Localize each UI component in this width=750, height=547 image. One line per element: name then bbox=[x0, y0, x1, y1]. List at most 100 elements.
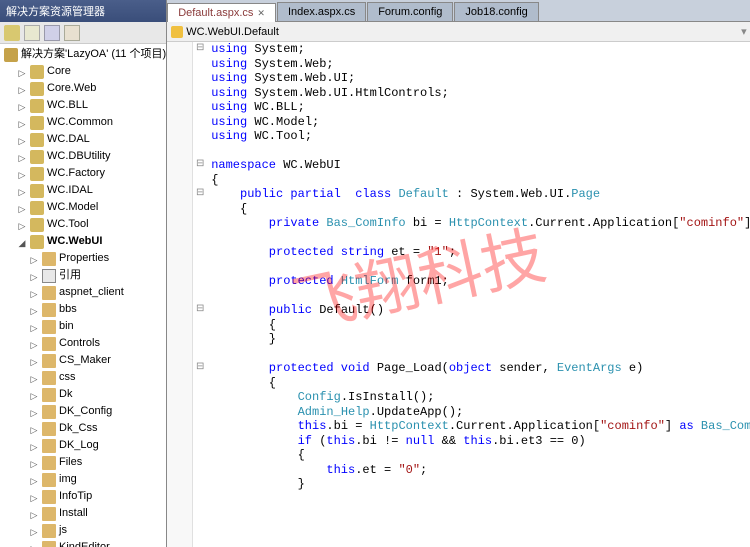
expand-icon[interactable]: ▷ bbox=[28, 253, 40, 265]
toolbar-home-icon[interactable] bbox=[24, 25, 40, 41]
fold-toggle[interactable]: ⊟ bbox=[193, 158, 207, 173]
code-line[interactable]: using System; bbox=[211, 42, 750, 57]
project-node[interactable]: ▷WC.IDAL bbox=[0, 182, 166, 199]
code-line[interactable]: protected void Page_Load(object sender, … bbox=[211, 361, 750, 376]
fold-toggle[interactable]: ⊟ bbox=[193, 303, 207, 318]
expand-icon[interactable]: ▷ bbox=[28, 355, 40, 367]
fold-toggle[interactable]: ⊟ bbox=[193, 361, 207, 376]
code-line[interactable]: this.bi = HttpContext.Current.Applicatio… bbox=[211, 419, 750, 434]
code-line[interactable]: using System.Web.UI.HtmlControls; bbox=[211, 86, 750, 101]
fold-column[interactable]: ⊟ ⊟ ⊟ ⊟ ⊟ bbox=[193, 42, 207, 547]
code-line[interactable]: if (this.bi != null && this.bi.et3 == 0) bbox=[211, 434, 750, 449]
code-line[interactable] bbox=[211, 231, 750, 246]
expand-icon[interactable]: ▷ bbox=[28, 321, 40, 333]
expand-icon[interactable]: ▷ bbox=[28, 304, 40, 316]
expand-icon[interactable]: ▷ bbox=[28, 406, 40, 418]
project-node[interactable]: ▷WC.Factory bbox=[0, 165, 166, 182]
tree-folder[interactable]: ▷img bbox=[0, 471, 166, 488]
code-line[interactable]: using System.Web.UI; bbox=[211, 71, 750, 86]
editor-tab[interactable]: Forum.config bbox=[367, 2, 453, 21]
code-line[interactable]: protected string et = "1"; bbox=[211, 245, 750, 260]
tree-folder[interactable]: ▷KindEditor bbox=[0, 539, 166, 547]
code-line[interactable] bbox=[211, 289, 750, 304]
code-line[interactable]: { bbox=[211, 202, 750, 217]
expand-icon[interactable]: ▷ bbox=[28, 525, 40, 537]
code-line[interactable] bbox=[211, 347, 750, 362]
expand-icon[interactable]: ▷ bbox=[16, 151, 28, 163]
code-line[interactable]: Admin_Help.UpdateApp(); bbox=[211, 405, 750, 420]
project-node[interactable]: ▷WC.Common bbox=[0, 114, 166, 131]
code-area[interactable]: using System;using System.Web;using Syst… bbox=[207, 42, 750, 547]
expand-icon[interactable]: ▷ bbox=[28, 270, 40, 282]
project-node[interactable]: ▷WC.DBUtility bbox=[0, 148, 166, 165]
expand-icon[interactable]: ▷ bbox=[28, 287, 40, 299]
expand-icon[interactable]: ▷ bbox=[28, 338, 40, 350]
code-line[interactable]: { bbox=[211, 376, 750, 391]
expand-icon[interactable]: ▷ bbox=[16, 100, 28, 112]
tree-folder[interactable]: ▷Dk_Css bbox=[0, 420, 166, 437]
tree-folder[interactable]: ▷CS_Maker bbox=[0, 352, 166, 369]
project-node[interactable]: ▷WC.Tool bbox=[0, 216, 166, 233]
code-line[interactable]: public partial class Default : System.We… bbox=[211, 187, 750, 202]
code-line[interactable]: } bbox=[211, 332, 750, 347]
nav-type-dropdown[interactable]: WC.WebUI.Default bbox=[171, 26, 279, 38]
code-line[interactable]: { bbox=[211, 448, 750, 463]
explorer-tree[interactable]: 解决方案'LazyOA' (11 个项目) ▷Core▷Core.Web▷WC.… bbox=[0, 44, 166, 547]
expand-icon[interactable]: ▷ bbox=[28, 389, 40, 401]
expand-icon[interactable]: ▷ bbox=[16, 168, 28, 180]
tree-folder[interactable]: ▷bbs bbox=[0, 301, 166, 318]
tree-folder[interactable]: ▷InfoTip bbox=[0, 488, 166, 505]
tree-folder[interactable]: ▷Controls bbox=[0, 335, 166, 352]
solution-node[interactable]: 解决方案'LazyOA' (11 个项目) bbox=[0, 46, 166, 63]
expand-icon[interactable]: ▷ bbox=[16, 219, 28, 231]
code-line[interactable]: private Bas_ComInfo bi = HttpContext.Cur… bbox=[211, 216, 750, 231]
tree-folder[interactable]: ▷aspnet_client bbox=[0, 284, 166, 301]
tree-folder[interactable]: ▷DK_Log bbox=[0, 437, 166, 454]
code-line[interactable] bbox=[211, 144, 750, 159]
fold-toggle[interactable]: ⊟ bbox=[193, 42, 207, 57]
code-line[interactable]: this.et = "0"; bbox=[211, 463, 750, 478]
expand-icon[interactable]: ▷ bbox=[16, 117, 28, 129]
code-line[interactable]: using WC.Tool; bbox=[211, 129, 750, 144]
tree-folder[interactable]: ▷js bbox=[0, 522, 166, 539]
code-line[interactable]: using WC.BLL; bbox=[211, 100, 750, 115]
project-node[interactable]: ▷WC.BLL bbox=[0, 97, 166, 114]
code-line[interactable]: } bbox=[211, 477, 750, 492]
expand-icon[interactable]: ▷ bbox=[28, 474, 40, 486]
fold-toggle[interactable]: ⊟ bbox=[193, 187, 207, 202]
expand-icon[interactable]: ▷ bbox=[16, 134, 28, 146]
project-node[interactable]: ▷WC.Model bbox=[0, 199, 166, 216]
code-line[interactable]: using System.Web; bbox=[211, 57, 750, 72]
tree-folder[interactable]: ▷css bbox=[0, 369, 166, 386]
project-active[interactable]: ◢ WC.WebUI bbox=[0, 233, 166, 250]
expand-icon[interactable]: ▷ bbox=[28, 508, 40, 520]
expand-icon[interactable]: ▷ bbox=[28, 457, 40, 469]
expand-icon[interactable]: ▷ bbox=[28, 542, 40, 547]
project-node[interactable]: ▷WC.DAL bbox=[0, 131, 166, 148]
expand-icon[interactable]: ▷ bbox=[28, 372, 40, 384]
expand-icon[interactable]: ▷ bbox=[16, 66, 28, 78]
tree-folder[interactable]: ▷引用 bbox=[0, 267, 166, 284]
code-line[interactable]: using WC.Model; bbox=[211, 115, 750, 130]
code-line[interactable]: namespace WC.WebUI bbox=[211, 158, 750, 173]
editor-tab[interactable]: Index.aspx.cs bbox=[277, 2, 366, 21]
code-line[interactable] bbox=[211, 260, 750, 275]
tree-folder[interactable]: ▷Properties bbox=[0, 250, 166, 267]
nav-member-dropdown[interactable]: ▾ Page_Load(object s bbox=[741, 25, 750, 38]
code-line[interactable]: public Default() bbox=[211, 303, 750, 318]
expand-icon[interactable]: ▷ bbox=[16, 185, 28, 197]
code-line[interactable]: { bbox=[211, 173, 750, 188]
editor-tab[interactable]: Job18.config bbox=[454, 2, 538, 21]
close-icon[interactable]: ✕ bbox=[257, 8, 265, 19]
expand-icon[interactable]: ▷ bbox=[28, 423, 40, 435]
tree-folder[interactable]: ▷DK_Config bbox=[0, 403, 166, 420]
project-node[interactable]: ▷Core.Web bbox=[0, 80, 166, 97]
tree-folder[interactable]: ▷Install bbox=[0, 505, 166, 522]
toolbar-showall-icon[interactable] bbox=[64, 25, 80, 41]
code-line[interactable]: Config.IsInstall(); bbox=[211, 390, 750, 405]
expand-icon[interactable]: ◢ bbox=[16, 236, 28, 248]
expand-icon[interactable]: ▷ bbox=[28, 491, 40, 503]
code-editor[interactable]: ⊟⊟⊟⊟⊟ using System;using System.Web;usin… bbox=[167, 42, 750, 547]
code-line[interactable]: { bbox=[211, 318, 750, 333]
tree-folder[interactable]: ▷Dk bbox=[0, 386, 166, 403]
